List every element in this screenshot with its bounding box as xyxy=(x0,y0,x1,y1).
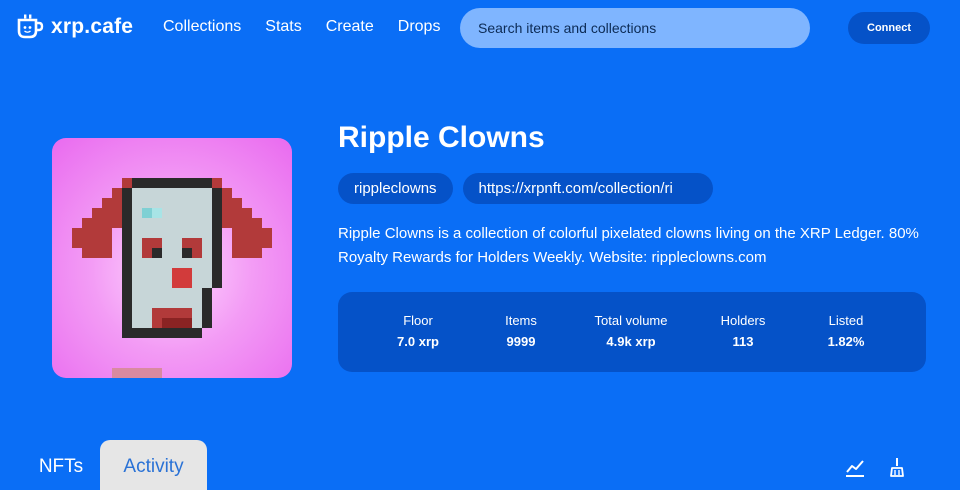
stat-value: 1.82% xyxy=(827,334,865,349)
stat-label: Holders xyxy=(720,313,766,328)
handle-chip[interactable]: rippleclowns xyxy=(338,173,453,204)
stat-value: 7.0 xrp xyxy=(397,334,439,349)
nav-collections[interactable]: Collections xyxy=(163,18,241,36)
stat-label: Listed xyxy=(828,313,864,328)
line-chart-icon[interactable] xyxy=(844,456,866,478)
search-input[interactable] xyxy=(460,8,810,48)
top-nav: xrp.cafe Collections Stats Create Drops … xyxy=(0,0,960,56)
stat-label: Total volume xyxy=(594,313,668,328)
nav-stats[interactable]: Stats xyxy=(265,18,301,36)
stat-label: Floor xyxy=(403,313,433,328)
stat-floor: Floor 7.0 xrp xyxy=(358,313,478,349)
collection-links: rippleclowns https://xrpnft.com/collecti… xyxy=(338,173,713,204)
logo-text: xrp.cafe xyxy=(51,15,134,38)
collection-stats: Floor 7.0 xrp Items 9999 Total volume 4.… xyxy=(338,292,926,372)
stat-value: 4.9k xrp xyxy=(606,334,656,349)
broom-icon[interactable] xyxy=(886,456,908,478)
stat-total-volume: Total volume 4.9k xrp xyxy=(571,313,691,349)
collection-title: Ripple Clowns xyxy=(338,121,545,154)
connect-button[interactable]: Connect xyxy=(848,12,930,44)
stat-value: 113 xyxy=(732,334,754,349)
tab-nfts[interactable]: NFTs xyxy=(22,440,100,490)
collection-image xyxy=(52,138,292,378)
nav-create[interactable]: Create xyxy=(326,18,374,36)
site-logo[interactable]: xrp.cafe xyxy=(16,14,133,40)
stat-items: Items 9999 xyxy=(461,313,581,349)
stat-holders: Holders 113 xyxy=(683,313,803,349)
website-link-chip[interactable]: https://xrpnft.com/collection/ri xyxy=(462,173,713,204)
stat-value: 9999 xyxy=(506,334,536,349)
main-nav: Collections Stats Create Drops xyxy=(163,18,440,36)
stat-label: Items xyxy=(505,313,537,328)
coffee-cup-icon xyxy=(17,14,44,39)
nav-drops[interactable]: Drops xyxy=(398,18,441,36)
collection-description: Ripple Clowns is a collection of colorfu… xyxy=(338,225,919,266)
stat-listed: Listed 1.82% xyxy=(786,313,906,349)
tab-activity[interactable]: Activity xyxy=(100,440,207,490)
